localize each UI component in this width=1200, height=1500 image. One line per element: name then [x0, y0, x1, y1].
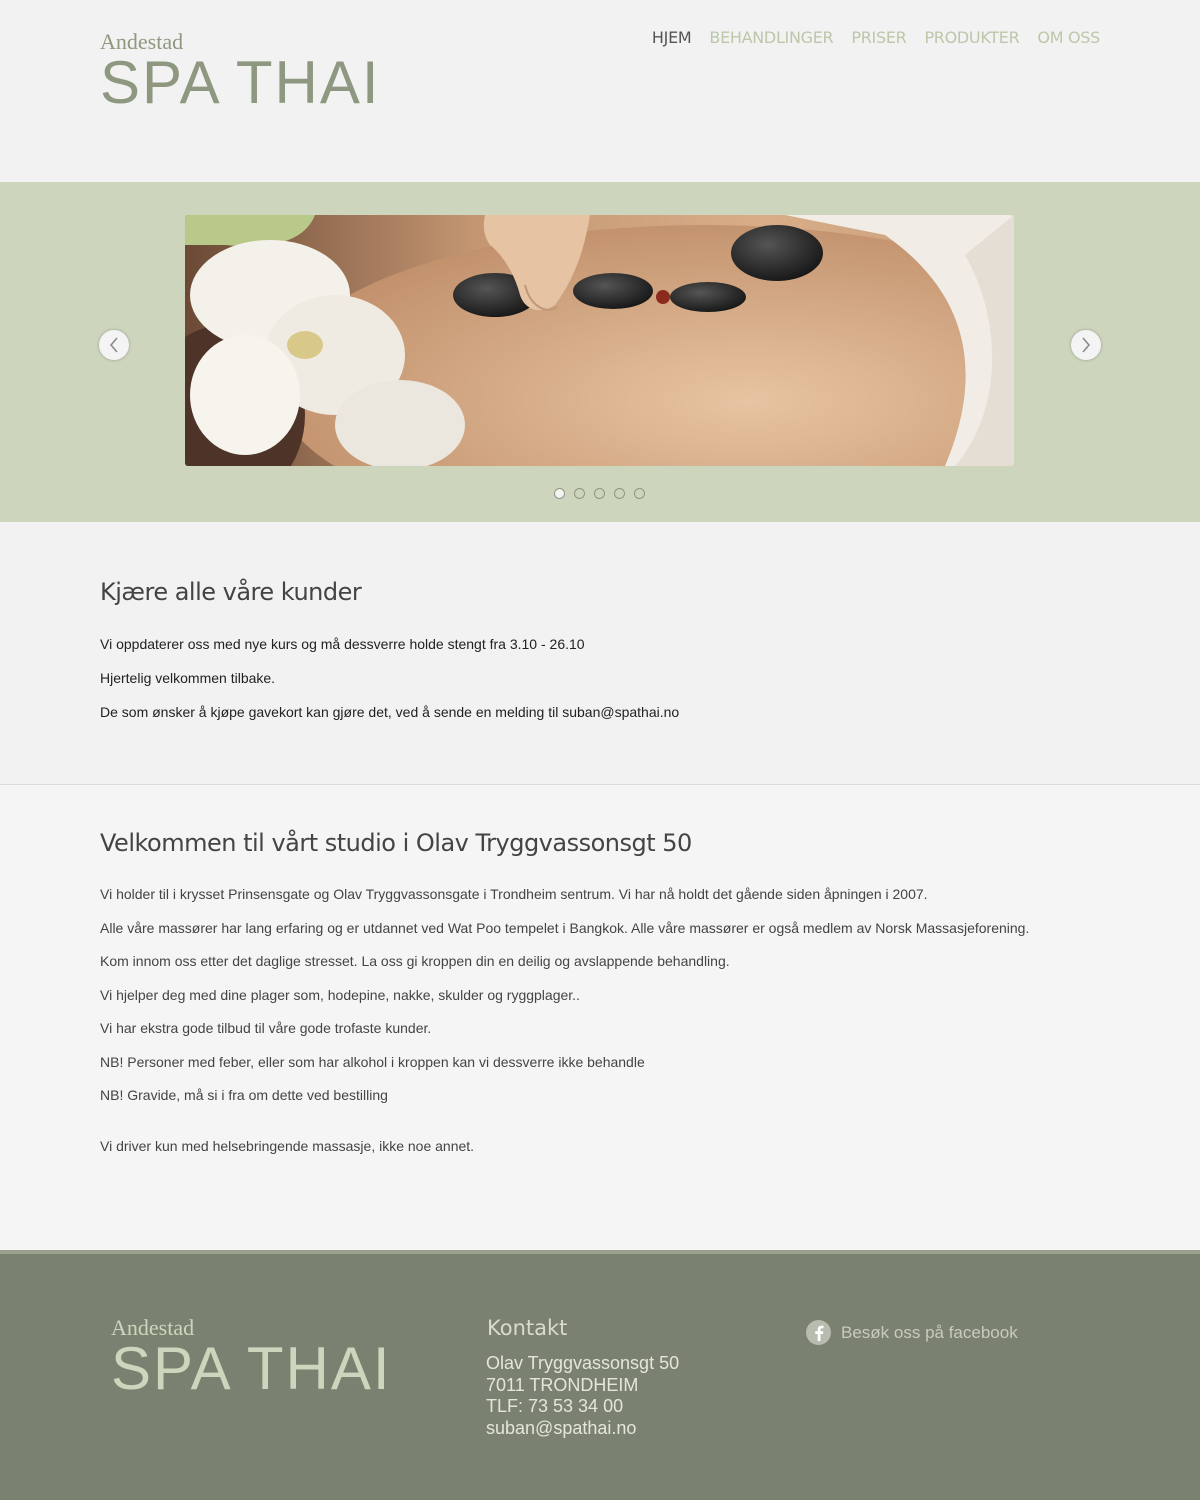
logo-big-text: SPA THAI	[100, 49, 381, 116]
welcome-section: Velkommen til vårt studio i Olav Tryggva…	[0, 785, 1200, 1250]
slider-next-button[interactable]	[1071, 330, 1101, 360]
slider-dot-2[interactable]	[574, 488, 585, 499]
notice-section: Kjære alle våre kunder Vi oppdaterer oss…	[0, 522, 1200, 785]
footer-logo-big-text: SPA THAI	[111, 1335, 392, 1402]
welcome-line: Vi har ekstra gode tilbud til våre gode …	[100, 1020, 432, 1036]
welcome-line: NB! Gravide, må si i fra om dette ved be…	[100, 1087, 388, 1103]
notice-line: Hjertelig velkommen tilbake.	[100, 670, 276, 686]
chevron-right-icon	[1082, 337, 1090, 353]
facebook-label: Besøk oss på facebook	[841, 1322, 1018, 1342]
notice-line: De som ønsker å kjøpe gavekort kan gjøre…	[100, 704, 680, 720]
slider-dot-1[interactable]	[554, 488, 565, 499]
welcome-line: Vi hjelper deg med dine plager som, hode…	[100, 987, 580, 1003]
footer-logo[interactable]: Andestad SPA THAI	[111, 1316, 392, 1402]
site-logo[interactable]: Andestad SPA THAI	[100, 30, 381, 116]
nav-item-hjem[interactable]: HJEM	[652, 28, 692, 48]
nav-item-priser[interactable]: PRISER	[851, 28, 906, 48]
nav-item-om-oss[interactable]: OM OSS	[1037, 28, 1100, 48]
contact-phone: TLF: 73 53 34 00	[486, 1396, 624, 1416]
contact-title: Kontakt	[487, 1316, 568, 1340]
contact-email[interactable]: suban@spathai.no	[486, 1418, 679, 1440]
slider-dot-5[interactable]	[634, 488, 645, 499]
slider-dot-3[interactable]	[594, 488, 605, 499]
welcome-line: Kom innom oss etter det daglige stresset…	[100, 953, 730, 969]
facebook-icon	[806, 1320, 831, 1345]
chevron-left-icon	[110, 337, 118, 353]
notice-title: Kjære alle våre kunder	[100, 578, 362, 606]
welcome-line: Vi driver kun med helsebringende massasj…	[100, 1138, 475, 1154]
nav-item-produkter[interactable]: PRODUKTER	[924, 28, 1019, 48]
slide-image-hot-stone-massage	[185, 215, 1014, 466]
slider-prev-button[interactable]	[99, 330, 129, 360]
welcome-line: Vi holder til i krysset Prinsensgate og …	[100, 886, 928, 902]
slider-dot-4[interactable]	[614, 488, 625, 499]
contact-info: Olav Tryggvassonsgt 50 7011 TRONDHEIM TL…	[486, 1353, 679, 1439]
facebook-link[interactable]: Besøk oss på facebook	[806, 1320, 1018, 1345]
notice-line: Vi oppdaterer oss med nye kurs og må des…	[100, 636, 585, 652]
main-nav: HJEM BEHANDLINGER PRISER PRODUKTER OM OS…	[652, 28, 1100, 48]
slider-pagination	[554, 488, 645, 499]
welcome-line: NB! Personer med feber, eller som har al…	[100, 1054, 645, 1070]
welcome-line: Alle våre massører har lang erfaring og …	[100, 920, 1030, 936]
nav-item-behandlinger[interactable]: BEHANDLINGER	[709, 28, 833, 48]
welcome-title: Velkommen til vårt studio i Olav Tryggva…	[100, 829, 692, 857]
image-slider	[0, 182, 1200, 522]
contact-address: Olav Tryggvassonsgt 50	[486, 1353, 680, 1373]
site-footer: Andestad SPA THAI Kontakt Olav Tryggvass…	[0, 1254, 1200, 1500]
site-header: Andestad SPA THAI HJEM BEHANDLINGER PRIS…	[0, 0, 1200, 182]
contact-city: 7011 TRONDHEIM	[486, 1374, 639, 1395]
